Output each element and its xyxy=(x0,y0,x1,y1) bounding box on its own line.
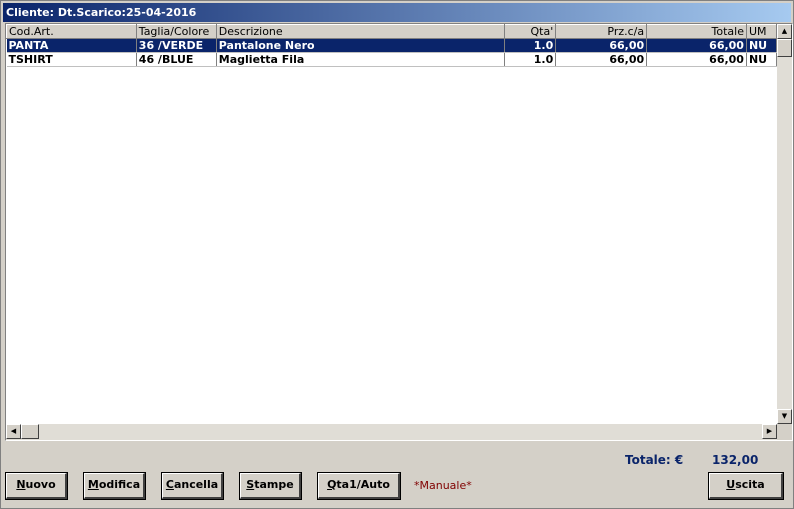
stampe-label: tampe xyxy=(254,478,294,491)
cancella-hotkey: C xyxy=(165,478,174,491)
column-header-cod[interactable]: Cod.Art. xyxy=(6,24,137,39)
scroll-up-icon[interactable]: ▲ xyxy=(777,24,792,39)
uscita-hotkey: U xyxy=(726,478,736,491)
cell-taglia: 46 /BLUE xyxy=(136,52,217,67)
column-header-qta[interactable]: Qta' xyxy=(504,24,557,39)
cell-cod: PANTA xyxy=(6,38,137,53)
cancella-button[interactable]: Cancella xyxy=(161,472,224,500)
total-value: 132,00 xyxy=(712,453,759,467)
scroll-down-icon[interactable]: ▼ xyxy=(777,409,792,424)
items-grid[interactable]: Cod.Art. Taglia/Colore Descrizione Qta' … xyxy=(5,23,793,441)
nuovo-button[interactable]: Nuovo xyxy=(5,472,68,500)
column-header-taglia[interactable]: Taglia/Colore xyxy=(135,24,217,39)
column-header-descrizione[interactable]: Descrizione xyxy=(215,24,506,39)
vertical-scroll-thumb[interactable] xyxy=(777,39,792,57)
cell-taglia: 36 /VERDE xyxy=(136,38,217,53)
table-row[interactable]: TSHIRT 46 /BLUE Maglietta Fila 1.0 66,00… xyxy=(6,52,777,67)
cell-um: NU xyxy=(746,38,777,53)
modifica-label: odifica xyxy=(98,478,141,491)
modifica-button[interactable]: Modifica xyxy=(83,472,146,500)
items-table[interactable]: Cod.Art. Taglia/Colore Descrizione Qta' … xyxy=(6,24,777,67)
scrollbar-corner xyxy=(777,424,792,440)
stampe-button[interactable]: Stampe xyxy=(239,472,302,500)
column-header-totale[interactable]: Totale xyxy=(646,24,747,39)
scroll-right-icon[interactable]: ▶ xyxy=(762,424,777,439)
table-row[interactable]: PANTA 36 /VERDE Pantalone Nero 1.0 66,00… xyxy=(6,38,777,53)
total-label: Totale: € xyxy=(625,453,684,467)
horizontal-scrollbar[interactable]: ◀ ▶ xyxy=(6,424,777,440)
cell-totale: 66,00 xyxy=(646,38,747,53)
qta-label: ta1/Auto xyxy=(336,478,390,491)
uscita-label: scita xyxy=(735,478,765,491)
nuovo-label: uovo xyxy=(25,478,56,491)
cell-totale: 66,00 xyxy=(646,52,747,67)
main-window: Cliente: Dt.Scarico:25-04-2016 Cod.Art. … xyxy=(0,0,794,509)
mode-label: *Manuale* xyxy=(414,479,472,492)
table-header-row: Cod.Art. Taglia/Colore Descrizione Qta' … xyxy=(6,24,777,39)
cell-prezzo: 66,00 xyxy=(555,38,648,53)
cell-descrizione: Pantalone Nero xyxy=(216,38,506,53)
cancella-label: ancella xyxy=(173,478,219,491)
cell-cod: TSHIRT xyxy=(6,52,137,67)
horizontal-scroll-thumb[interactable] xyxy=(21,424,39,439)
cell-descrizione: Maglietta Fila xyxy=(216,52,506,67)
column-header-prezzo[interactable]: Prz.c/a xyxy=(555,24,648,39)
uscita-button[interactable]: Uscita xyxy=(708,472,784,500)
cell-qta: 1.0 xyxy=(504,52,557,67)
cell-qta: 1.0 xyxy=(504,38,557,53)
vertical-scrollbar[interactable]: ▲ ▼ xyxy=(777,24,792,424)
cell-prezzo: 66,00 xyxy=(555,52,648,67)
cell-um: NU xyxy=(746,52,777,67)
window-title: Cliente: Dt.Scarico:25-04-2016 xyxy=(3,3,791,22)
column-header-um[interactable]: UM xyxy=(745,24,777,39)
nuovo-hotkey: N xyxy=(16,478,26,491)
qta-auto-button[interactable]: Qta1/Auto xyxy=(317,472,401,500)
modifica-hotkey: M xyxy=(87,478,99,491)
scroll-left-icon[interactable]: ◀ xyxy=(6,424,21,439)
